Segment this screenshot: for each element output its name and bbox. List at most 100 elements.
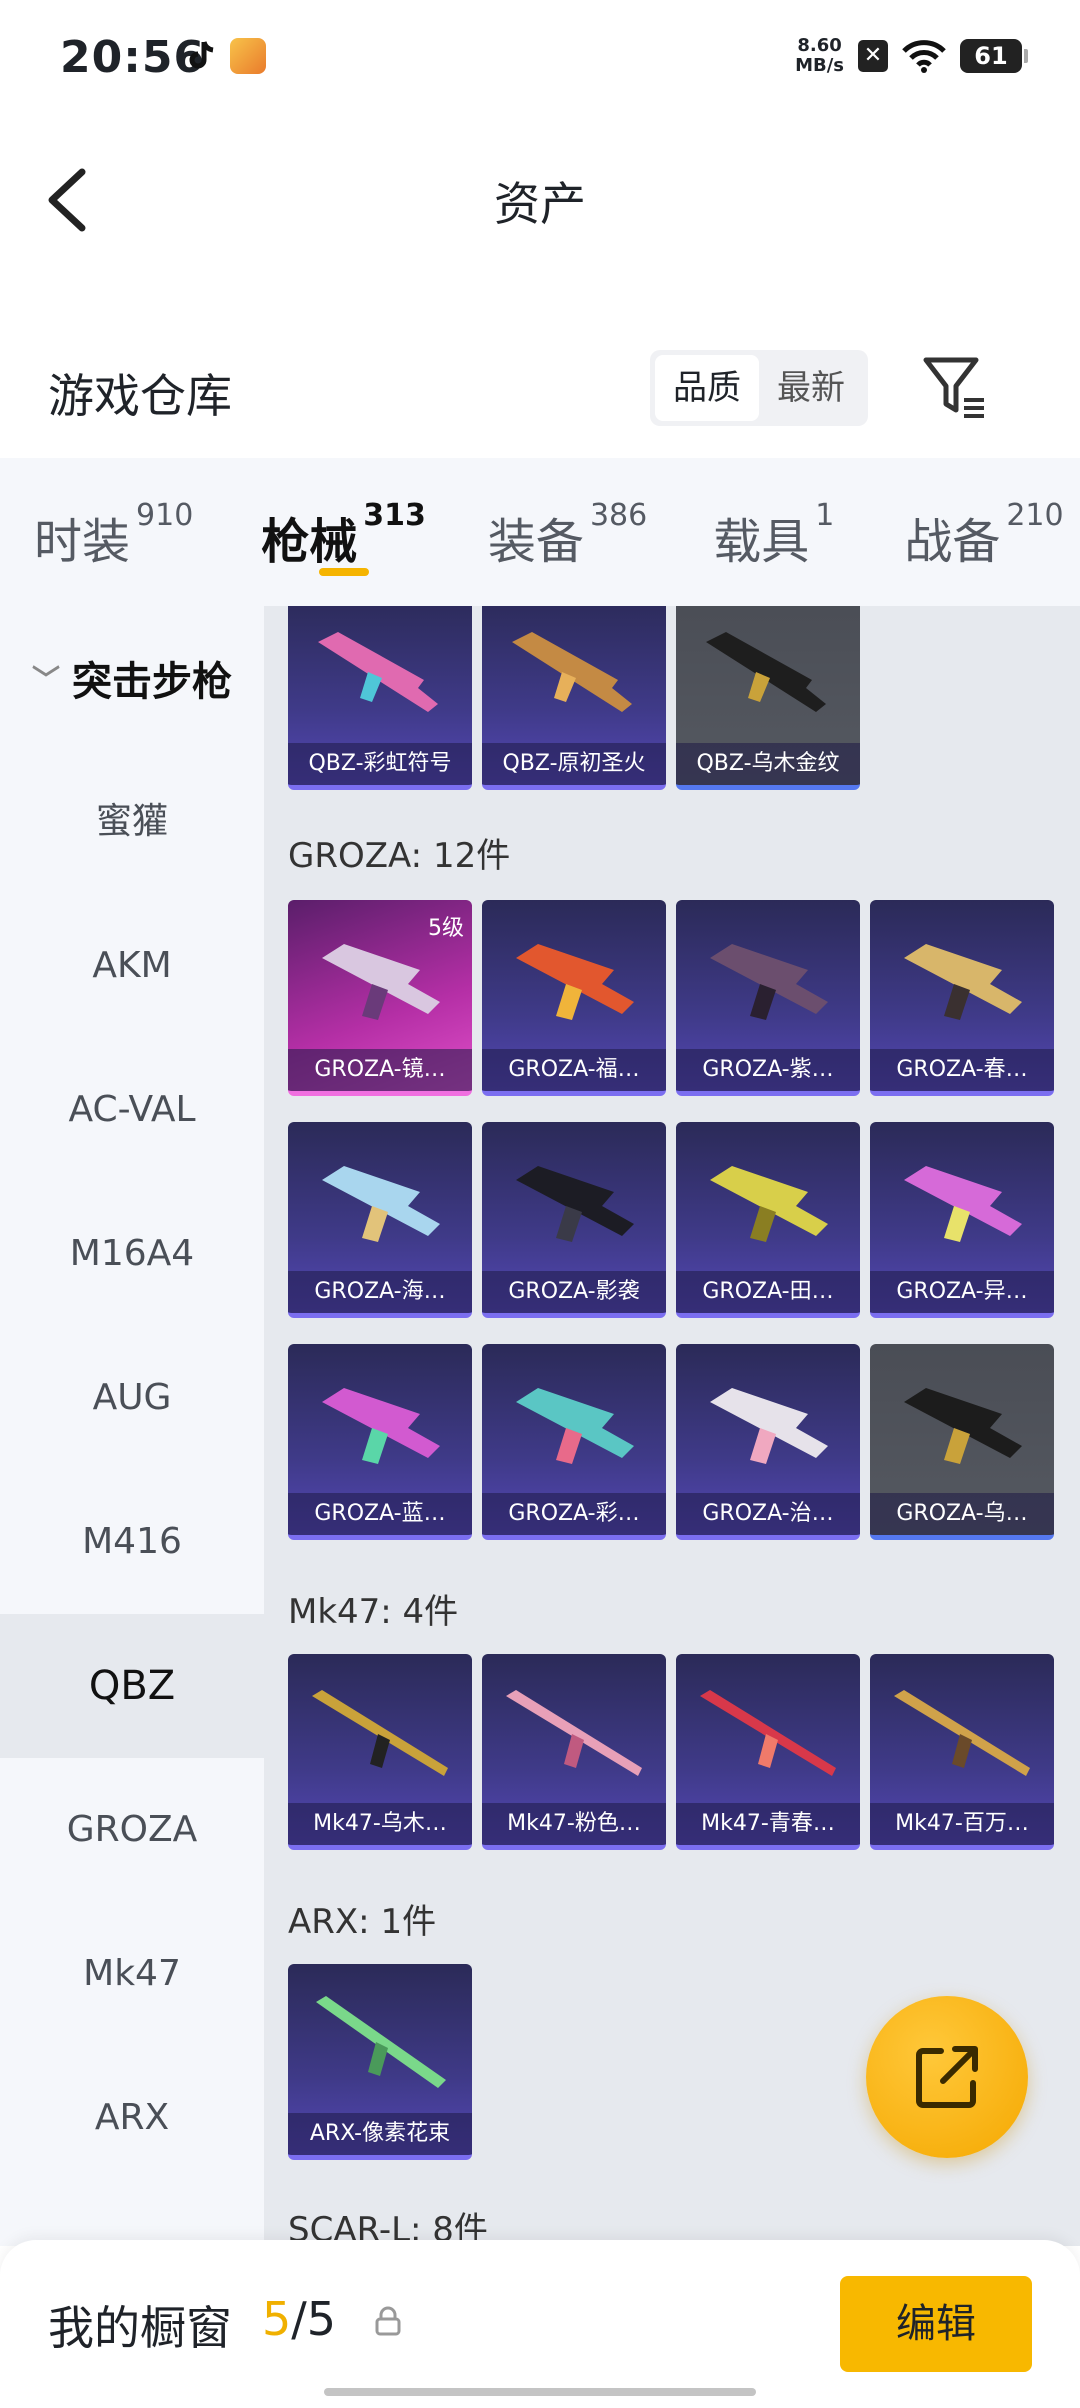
sidebar-item-akm[interactable]: AKM [0, 894, 264, 1038]
weapon-card-label: GROZA-春… [870, 1049, 1054, 1091]
weapon-card[interactable]: QBZ-原初圣火 [482, 606, 666, 790]
lock-icon [375, 2306, 401, 2336]
sidebar-item-arx[interactable]: ARX [0, 2046, 264, 2190]
sidebar-item-honey-badger[interactable]: 蜜獾 [0, 750, 264, 894]
weapon-card[interactable]: Mk47-青春… [676, 1654, 860, 1850]
edit-button[interactable]: 编辑 [840, 2276, 1032, 2372]
status-right: 8.60 MB/s ✕ 61 [795, 35, 1028, 76]
showcase-title: 我的橱窗 [48, 2301, 232, 2355]
chevron-down-icon: ﹀ [31, 663, 60, 696]
sidebar-item-m16a4[interactable]: M16A4 [0, 1182, 264, 1326]
weapon-card[interactable]: GROZA-福… [482, 900, 666, 1096]
filter-icon[interactable] [920, 352, 990, 422]
rifle-skin-icon [316, 1996, 446, 2088]
weapon-card-label: GROZA-乌… [870, 1493, 1054, 1535]
wifi-icon [902, 40, 946, 73]
sidebar-group-assault-rifles[interactable]: ﹀ 突击步枪 [0, 606, 264, 750]
weapon-card-label: Mk47-乌木… [288, 1803, 472, 1845]
page-title: 资产 [494, 177, 586, 231]
active-tab-indicator [318, 568, 369, 576]
weapon-card[interactable]: GROZA-彩… [482, 1344, 666, 1540]
rifle-skin-icon [894, 1690, 1030, 1776]
rifle-skin-icon [318, 632, 438, 712]
sort-newest-option[interactable]: 最新 [759, 355, 863, 421]
showcase-count: 5/5 [262, 2292, 337, 2346]
rifle-skin-icon [710, 1388, 828, 1464]
weapon-card[interactable]: GROZA-乌… [870, 1344, 1054, 1540]
weapon-card[interactable]: GROZA-治… [676, 1344, 860, 1540]
battery-icon: 61 [960, 39, 1028, 73]
sort-quality-option[interactable]: 品质 [655, 355, 759, 421]
weapon-card[interactable]: GROZA-紫… [676, 900, 860, 1096]
weapon-card-label: GROZA-异… [870, 1271, 1054, 1313]
weapon-card-label: Mk47-百万… [870, 1803, 1054, 1845]
weapon-card[interactable]: GROZA-影袭 [482, 1122, 666, 1318]
rifle-skin-icon [700, 1690, 836, 1776]
weapon-card[interactable]: Mk47-乌木… [288, 1654, 472, 1850]
tab-fashion[interactable]: 时装 910 [34, 458, 193, 606]
section-title-arx: ARX: 1件 [288, 1902, 437, 1942]
weapon-card-label: GROZA-海… [288, 1271, 472, 1313]
header: 资产 [0, 120, 1080, 280]
rifle-skin-icon [516, 1166, 634, 1242]
rifle-skin-icon [312, 1690, 448, 1776]
rifle-skin-icon [904, 944, 1022, 1020]
section-title-mk47: Mk47: 4件 [288, 1592, 459, 1632]
weapon-card-label: Mk47-青春… [676, 1803, 860, 1845]
weapon-card-label: GROZA-田… [676, 1271, 860, 1313]
rifle-skin-icon [506, 1690, 642, 1776]
x-icon: ✕ [858, 40, 888, 72]
rifle-skin-icon [516, 1388, 634, 1464]
weapon-card-label: GROZA-彩… [482, 1493, 666, 1535]
weapon-card-label: ARX-像素花束 [288, 2113, 472, 2155]
tiktok-icon [189, 41, 214, 69]
showcase-bar: 我的橱窗 5/5 编辑 [0, 2240, 1080, 2408]
rifle-skin-icon [904, 1166, 1022, 1242]
net-speed: 8.60 MB/s [795, 35, 844, 76]
share-button[interactable] [866, 1996, 1028, 2158]
weapon-card[interactable]: ARX-像素花束 [288, 1964, 472, 2160]
rifle-skin-icon [706, 632, 826, 712]
weapon-card[interactable]: QBZ-彩虹符号 [288, 606, 472, 790]
home-indicator[interactable] [324, 2388, 756, 2396]
tab-gear[interactable]: 战备 210 [904, 458, 1063, 606]
weapon-card-label: GROZA-福… [482, 1049, 666, 1091]
weapon-card-label: QBZ-彩虹符号 [288, 743, 472, 785]
tab-vehicles[interactable]: 载具 1 [713, 458, 834, 606]
share-icon [916, 2046, 978, 2108]
sidebar-item-m416[interactable]: M416 [0, 1470, 264, 1614]
weapon-card[interactable]: Mk47-粉色… [482, 1654, 666, 1850]
rifle-skin-icon [904, 1388, 1022, 1464]
weapon-card-label: GROZA-紫… [676, 1049, 860, 1091]
weapon-card[interactable]: GROZA-春… [870, 900, 1054, 1096]
weapon-card-label: GROZA-影袭 [482, 1271, 666, 1313]
tab-equipment[interactable]: 装备 386 [488, 458, 647, 606]
rifle-skin-icon [512, 632, 632, 712]
weapon-card[interactable]: GROZA-蓝… [288, 1344, 472, 1540]
rifle-skin-icon [516, 944, 634, 1020]
rifle-skin-icon [710, 1166, 828, 1242]
sidebar-item-mk47[interactable]: Mk47 [0, 1902, 264, 2046]
sidebar-item-groza[interactable]: GROZA [0, 1758, 264, 1902]
rifle-skin-icon [322, 1388, 440, 1464]
weapon-card[interactable]: GROZA-田… [676, 1122, 860, 1318]
sidebar-item-ac-val[interactable]: AC-VAL [0, 1038, 264, 1182]
rifle-skin-icon [710, 944, 828, 1020]
weapon-card[interactable]: 5级 GROZA-镜… [288, 900, 472, 1096]
weapon-card[interactable]: QBZ-乌木金纹 [676, 606, 860, 790]
tab-firearms[interactable]: 枪械 313 [261, 458, 426, 606]
weapon-type-sidebar: ﹀ 突击步枪 蜜獾 AKM AC-VAL M16A4 AUG M416 QBZ … [0, 606, 264, 2246]
sidebar-item-qbz[interactable]: QBZ [0, 1614, 264, 1758]
warehouse-row: 游戏仓库 品质 最新 [0, 330, 1080, 450]
weapon-card-label: QBZ-原初圣火 [482, 743, 666, 785]
sidebar-item-aug[interactable]: AUG [0, 1326, 264, 1470]
weapon-card-label: GROZA-治… [676, 1493, 860, 1535]
weapon-card[interactable]: GROZA-海… [288, 1122, 472, 1318]
weapon-card[interactable]: Mk47-百万… [870, 1654, 1054, 1850]
weapon-card[interactable]: GROZA-异… [870, 1122, 1054, 1318]
weapon-card-label: QBZ-乌木金纹 [676, 743, 860, 785]
app-icon [230, 38, 266, 74]
warehouse-title: 游戏仓库 [48, 369, 232, 423]
sort-toggle: 品质 最新 [650, 350, 868, 426]
weapon-card-label: GROZA-蓝… [288, 1493, 472, 1535]
